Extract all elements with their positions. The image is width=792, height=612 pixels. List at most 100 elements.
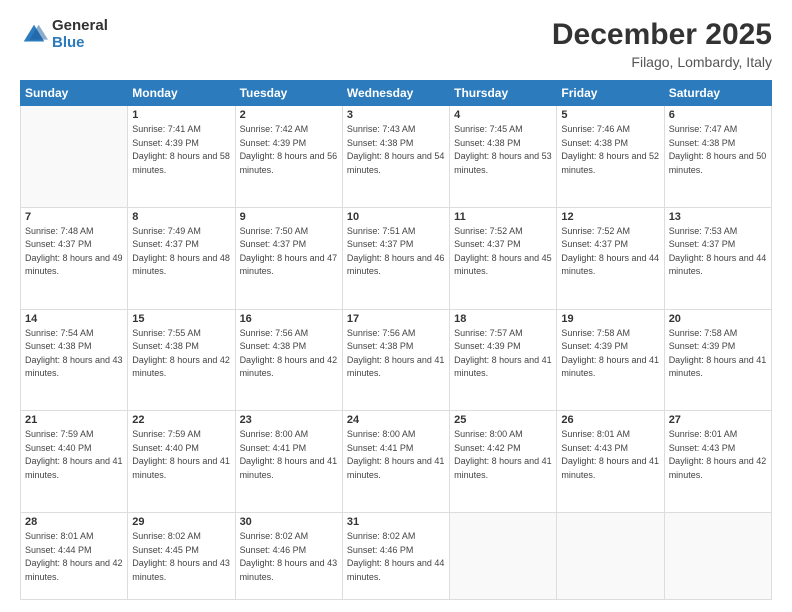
- day-info: Sunrise: 7:45 AMSunset: 4:38 PMDaylight:…: [454, 123, 552, 177]
- day-info: Sunrise: 8:02 AMSunset: 4:45 PMDaylight:…: [132, 530, 230, 584]
- day-info: Sunrise: 7:42 AMSunset: 4:39 PMDaylight:…: [240, 123, 338, 177]
- table-row: 19 Sunrise: 7:58 AMSunset: 4:39 PMDayligh…: [557, 309, 664, 411]
- day-info: Sunrise: 7:58 AMSunset: 4:39 PMDaylight:…: [561, 327, 659, 381]
- day-number: 11: [454, 211, 552, 223]
- table-row: 20 Sunrise: 7:58 AMSunset: 4:39 PMDayligh…: [664, 309, 771, 411]
- day-number: 20: [669, 313, 767, 325]
- day-number: 17: [347, 313, 445, 325]
- table-row: 13 Sunrise: 7:53 AMSunset: 4:37 PMDayligh…: [664, 207, 771, 309]
- table-row: 27 Sunrise: 8:01 AMSunset: 4:43 PMDayligh…: [664, 411, 771, 513]
- weekday-header-row: Sunday Monday Tuesday Wednesday Thursday…: [21, 81, 772, 106]
- day-info: Sunrise: 8:00 AMSunset: 4:41 PMDaylight:…: [347, 428, 445, 482]
- day-info: Sunrise: 8:02 AMSunset: 4:46 PMDaylight:…: [347, 530, 445, 584]
- day-number: 28: [25, 516, 123, 528]
- day-number: 24: [347, 414, 445, 426]
- day-info: Sunrise: 7:54 AMSunset: 4:38 PMDaylight:…: [25, 327, 123, 381]
- day-info: Sunrise: 7:51 AMSunset: 4:37 PMDaylight:…: [347, 225, 445, 279]
- day-info: Sunrise: 7:47 AMSunset: 4:38 PMDaylight:…: [669, 123, 767, 177]
- table-row: 12 Sunrise: 7:52 AMSunset: 4:37 PMDayligh…: [557, 207, 664, 309]
- day-info: Sunrise: 7:43 AMSunset: 4:38 PMDaylight:…: [347, 123, 445, 177]
- day-number: 30: [240, 516, 338, 528]
- table-row: 17 Sunrise: 7:56 AMSunset: 4:38 PMDayligh…: [342, 309, 449, 411]
- day-info: Sunrise: 8:02 AMSunset: 4:46 PMDaylight:…: [240, 530, 338, 584]
- day-info: Sunrise: 7:46 AMSunset: 4:38 PMDaylight:…: [561, 123, 659, 177]
- day-number: 29: [132, 516, 230, 528]
- day-info: Sunrise: 8:01 AMSunset: 4:43 PMDaylight:…: [561, 428, 659, 482]
- month-title: December 2025: [552, 18, 772, 52]
- table-row: 28 Sunrise: 8:01 AMSunset: 4:44 PMDayligh…: [21, 513, 128, 600]
- logo-blue: Blue: [52, 35, 108, 52]
- header-friday: Friday: [557, 81, 664, 106]
- table-row: 5 Sunrise: 7:46 AMSunset: 4:38 PMDaylight…: [557, 106, 664, 208]
- table-row: 25Sunrise: 8:00 AMSunset: 4:42 PMDayligh…: [450, 411, 557, 513]
- day-info: Sunrise: 7:55 AMSunset: 4:38 PMDaylight:…: [132, 327, 230, 381]
- day-info: Sunrise: 7:56 AMSunset: 4:38 PMDaylight:…: [240, 327, 338, 381]
- day-number: 26: [561, 414, 659, 426]
- day-info: Sunrise: 8:00 AMSunset: 4:42 PMDaylight:…: [454, 428, 552, 482]
- day-number: 27: [669, 414, 767, 426]
- day-number: 5: [561, 109, 659, 121]
- table-row: 7 Sunrise: 7:48 AMSunset: 4:37 PMDaylight…: [21, 207, 128, 309]
- day-number: 10: [347, 211, 445, 223]
- table-row: [450, 513, 557, 600]
- day-info: Sunrise: 8:01 AMSunset: 4:44 PMDaylight:…: [25, 530, 123, 584]
- table-row: 18Sunrise: 7:57 AMSunset: 4:39 PMDayligh…: [450, 309, 557, 411]
- day-number: 22: [132, 414, 230, 426]
- day-info: Sunrise: 7:50 AMSunset: 4:37 PMDaylight:…: [240, 225, 338, 279]
- day-number: 1: [132, 109, 230, 121]
- day-info: Sunrise: 7:56 AMSunset: 4:38 PMDaylight:…: [347, 327, 445, 381]
- day-info: Sunrise: 7:58 AMSunset: 4:39 PMDaylight:…: [669, 327, 767, 381]
- logo: General Blue: [20, 18, 108, 51]
- day-number: 12: [561, 211, 659, 223]
- day-info: Sunrise: 7:49 AMSunset: 4:37 PMDaylight:…: [132, 225, 230, 279]
- header-saturday: Saturday: [664, 81, 771, 106]
- table-row: 21 Sunrise: 7:59 AMSunset: 4:40 PMDayligh…: [21, 411, 128, 513]
- day-number: 19: [561, 313, 659, 325]
- table-row: 22Sunrise: 7:59 AMSunset: 4:40 PMDayligh…: [128, 411, 235, 513]
- day-number: 2: [240, 109, 338, 121]
- table-row: 2 Sunrise: 7:42 AMSunset: 4:39 PMDaylight…: [235, 106, 342, 208]
- table-row: [557, 513, 664, 600]
- day-number: 7: [25, 211, 123, 223]
- day-info: Sunrise: 7:48 AMSunset: 4:37 PMDaylight:…: [25, 225, 123, 279]
- day-number: 8: [132, 211, 230, 223]
- day-number: 15: [132, 313, 230, 325]
- day-info: Sunrise: 7:57 AMSunset: 4:39 PMDaylight:…: [454, 327, 552, 381]
- logo-text: General Blue: [52, 18, 108, 51]
- day-number: 3: [347, 109, 445, 121]
- day-info: Sunrise: 7:59 AMSunset: 4:40 PMDaylight:…: [25, 428, 123, 482]
- table-row: 9 Sunrise: 7:50 AMSunset: 4:37 PMDaylight…: [235, 207, 342, 309]
- day-number: 16: [240, 313, 338, 325]
- table-row: 8 Sunrise: 7:49 AMSunset: 4:37 PMDaylight…: [128, 207, 235, 309]
- day-number: 4: [454, 109, 552, 121]
- table-row: 15 Sunrise: 7:55 AMSunset: 4:38 PMDayligh…: [128, 309, 235, 411]
- table-row: 23Sunrise: 8:00 AMSunset: 4:41 PMDayligh…: [235, 411, 342, 513]
- day-info: Sunrise: 7:41 AMSunset: 4:39 PMDaylight:…: [132, 123, 230, 177]
- page: General Blue December 2025 Filago, Lomba…: [0, 0, 792, 612]
- table-row: 1 Sunrise: 7:41 AMSunset: 4:39 PMDaylight…: [128, 106, 235, 208]
- header-wednesday: Wednesday: [342, 81, 449, 106]
- logo-icon: [20, 21, 48, 49]
- header-tuesday: Tuesday: [235, 81, 342, 106]
- day-info: Sunrise: 7:52 AMSunset: 4:37 PMDaylight:…: [561, 225, 659, 279]
- table-row: 6Sunrise: 7:47 AMSunset: 4:38 PMDaylight…: [664, 106, 771, 208]
- table-row: 4 Sunrise: 7:45 AMSunset: 4:38 PMDaylight…: [450, 106, 557, 208]
- day-info: Sunrise: 7:53 AMSunset: 4:37 PMDaylight:…: [669, 225, 767, 279]
- day-number: 31: [347, 516, 445, 528]
- day-info: Sunrise: 8:01 AMSunset: 4:43 PMDaylight:…: [669, 428, 767, 482]
- day-info: Sunrise: 8:00 AMSunset: 4:41 PMDaylight:…: [240, 428, 338, 482]
- location: Filago, Lombardy, Italy: [552, 54, 772, 70]
- table-row: 24 Sunrise: 8:00 AMSunset: 4:41 PMDayligh…: [342, 411, 449, 513]
- calendar: Sunday Monday Tuesday Wednesday Thursday…: [20, 80, 772, 600]
- day-number: 21: [25, 414, 123, 426]
- table-row: 31 Sunrise: 8:02 AMSunset: 4:46 PMDayligh…: [342, 513, 449, 600]
- table-row: 3 Sunrise: 7:43 AMSunset: 4:38 PMDaylight…: [342, 106, 449, 208]
- header-sunday: Sunday: [21, 81, 128, 106]
- table-row: [664, 513, 771, 600]
- table-row: 14Sunrise: 7:54 AMSunset: 4:38 PMDayligh…: [21, 309, 128, 411]
- table-row: 30 Sunrise: 8:02 AMSunset: 4:46 PMDayligh…: [235, 513, 342, 600]
- table-row: 10 Sunrise: 7:51 AMSunset: 4:37 PMDayligh…: [342, 207, 449, 309]
- day-number: 13: [669, 211, 767, 223]
- day-number: 9: [240, 211, 338, 223]
- header-monday: Monday: [128, 81, 235, 106]
